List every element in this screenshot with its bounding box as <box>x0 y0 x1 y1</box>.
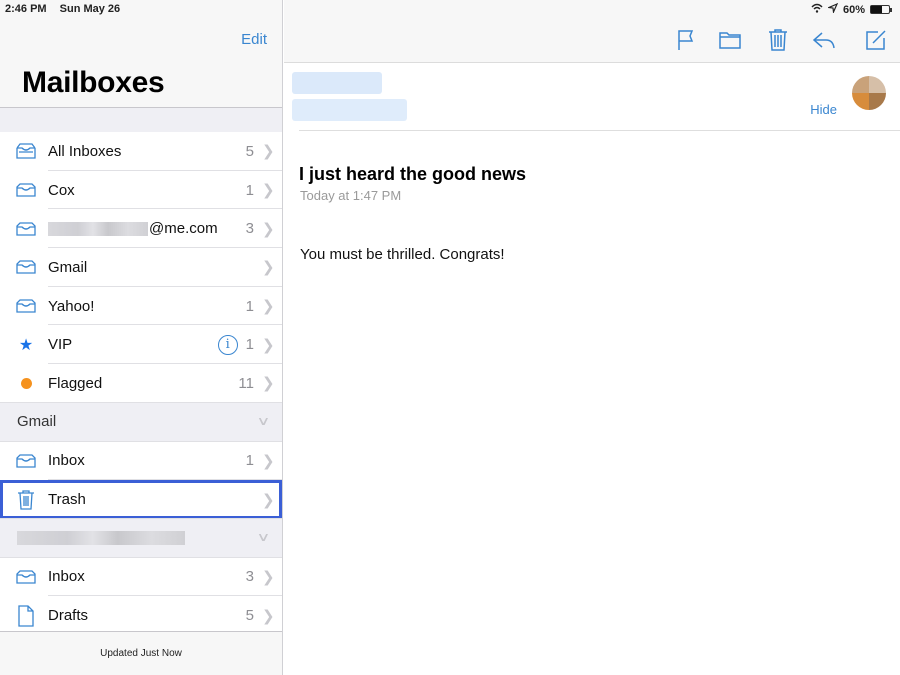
inbox-tray-icon <box>0 142 48 160</box>
chevron-right-icon: ❯ <box>262 182 275 200</box>
unread-count: 11 <box>238 374 254 392</box>
mailbox-label: Gmail <box>48 258 88 276</box>
mailbox-list: All Inboxes 5 ❯ Cox 1 ❯ @me.com 3 ❯ Gmai… <box>0 132 282 635</box>
hide-details-button[interactable]: Hide <box>810 102 837 117</box>
battery-icon <box>870 5 892 14</box>
mailbox-account-drafts[interactable]: Drafts 5 ❯ <box>0 596 282 635</box>
mailbox-vip[interactable]: ★ VIP i 1 ❯ <box>0 325 282 365</box>
trash-icon[interactable] <box>766 28 790 52</box>
chevron-right-icon: ❯ <box>262 452 275 470</box>
mailbox-label: Inbox <box>48 568 85 586</box>
status-date: Sun May 26 <box>59 3 121 15</box>
chevron-right-icon: ❯ <box>262 336 275 354</box>
unread-count: 1 <box>245 336 254 354</box>
chevron-right-icon: ❯ <box>262 259 275 277</box>
inbox-tray-icon <box>0 259 48 275</box>
inbox-tray-icon <box>0 453 48 469</box>
chevron-right-icon: ❯ <box>262 298 275 316</box>
email-domain: @me.com <box>149 220 218 238</box>
chevron-right-icon: ❯ <box>262 143 275 161</box>
status-bar: 2:46 PM Sun May 26 60% <box>0 0 900 20</box>
mailbox-label: Cox <box>48 181 75 199</box>
mailbox-flagged[interactable]: Flagged 11 ❯ <box>0 364 282 403</box>
message-body: You must be thrilled. Congrats! <box>300 246 505 263</box>
folder-icon[interactable] <box>718 28 742 52</box>
mailbox-label: @me.com <box>48 220 246 237</box>
unread-count: 1 <box>245 181 254 199</box>
trash-icon <box>0 489 48 511</box>
message-subject: I just heard the good news <box>299 164 527 184</box>
document-icon <box>0 604 48 627</box>
section-title: Gmail <box>17 413 57 431</box>
inbox-tray-icon <box>0 221 48 237</box>
unread-count: 1 <box>245 297 254 315</box>
battery-percent: 60% <box>842 3 865 16</box>
mailbox-gmail[interactable]: Gmail ❯ <box>0 248 282 287</box>
status-time: 2:46 PM <box>5 3 47 15</box>
chevron-down-icon[interactable]: ∨ <box>257 414 271 428</box>
chevron-right-icon: ❯ <box>262 375 275 393</box>
mailbox-me-com[interactable]: @me.com 3 ❯ <box>0 209 282 249</box>
unread-count: 3 <box>245 568 254 586</box>
mailbox-label: All Inboxes <box>48 142 122 160</box>
mailbox-gmail-inbox[interactable]: Inbox 1 ❯ <box>0 441 282 481</box>
mailbox-gmail-trash[interactable]: Trash ❯ <box>0 480 282 519</box>
mailbox-label: Yahoo! <box>48 297 95 315</box>
star-icon: ★ <box>18 336 34 354</box>
wifi-icon <box>811 3 823 16</box>
redacted-email-blur <box>48 221 148 236</box>
section-header-redacted-account[interactable]: ∨ <box>0 518 282 558</box>
edit-button[interactable]: Edit <box>241 31 267 48</box>
chevron-right-icon: ❯ <box>262 220 275 238</box>
mailbox-yahoo[interactable]: Yahoo! 1 ❯ <box>0 286 282 326</box>
mailbox-label: Drafts <box>48 607 89 625</box>
mailbox-all-inboxes[interactable]: All Inboxes 5 ❯ <box>0 132 282 171</box>
unread-count: 5 <box>245 607 254 625</box>
chevron-right-icon: ❯ <box>262 607 275 625</box>
mailbox-label: Trash <box>48 491 86 509</box>
mailbox-account-inbox[interactable]: Inbox 3 ❯ <box>0 557 282 597</box>
inbox-tray-icon <box>0 569 48 585</box>
info-icon[interactable]: i <box>217 334 238 355</box>
inbox-tray-icon <box>0 182 48 198</box>
reply-icon[interactable] <box>811 28 835 52</box>
unread-count: 3 <box>245 220 254 238</box>
chevron-down-icon[interactable]: ∨ <box>257 530 271 544</box>
mailbox-label: Flagged <box>48 374 103 392</box>
redacted-sender-blur <box>292 72 382 94</box>
location-arrow-icon <box>826 2 839 16</box>
message-date: Today at 1:47 PM <box>300 188 402 203</box>
mailbox-label: Inbox <box>48 452 85 470</box>
chevron-right-icon: ❯ <box>262 491 275 509</box>
orange-dot-icon <box>0 377 48 389</box>
unread-count: 1 <box>245 452 254 470</box>
redacted-account-blur <box>17 530 185 545</box>
mailbox-label: VIP <box>48 336 73 354</box>
message-header: Hide <box>284 64 900 132</box>
avatar <box>852 76 886 110</box>
inbox-tray-icon <box>0 298 48 314</box>
section-header-gmail[interactable]: Gmail ∨ <box>0 402 282 442</box>
mailbox-cox[interactable]: Cox 1 ❯ <box>0 170 282 210</box>
compose-icon[interactable] <box>864 28 888 52</box>
page-title: Mailboxes <box>22 66 165 99</box>
chevron-right-icon: ❯ <box>262 568 275 586</box>
divider <box>299 130 900 131</box>
flag-icon[interactable] <box>674 28 698 52</box>
update-status: Updated Just Now <box>0 631 282 675</box>
redacted-recipient-blur <box>292 99 407 121</box>
unread-count: 5 <box>245 142 254 160</box>
battery-fill <box>871 6 882 13</box>
mailboxes-sidebar: Edit Mailboxes All Inboxes 5 ❯ Cox 1 ❯ @… <box>0 0 283 675</box>
